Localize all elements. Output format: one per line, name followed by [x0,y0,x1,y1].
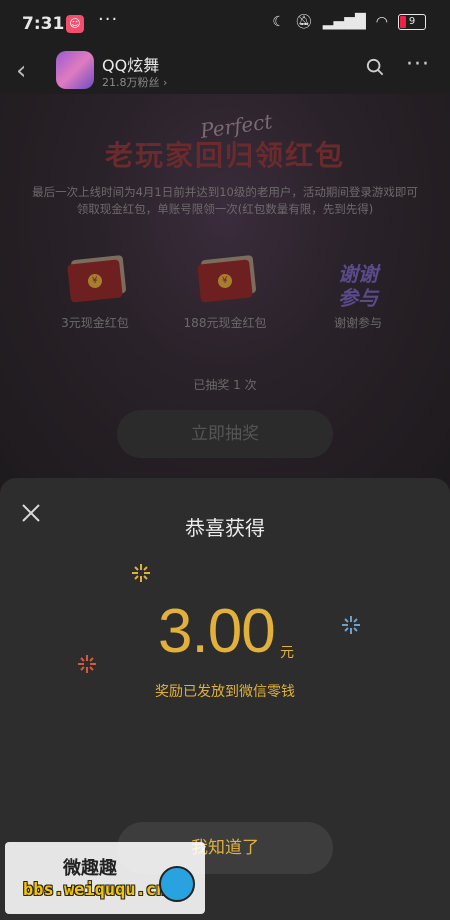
sparkle-icon [132,564,150,582]
draw-count: 已抽奖 1 次 [193,378,257,392]
reward-amount: 3.00 [158,597,276,666]
reward-message: 奖励已发放到微信零钱 [155,684,295,700]
prize-label: 3元现金红包 [61,316,129,330]
status-time: 7:31 [22,14,65,34]
activity-description: 最后一次上线时间为4月1日前并达到10级的老用户，活动期间登录游戏即可领取现金红… [32,185,418,216]
wifi-icon: ◠ [375,14,388,30]
mute-icon: 🔕︎ [294,14,313,30]
app-name[interactable]: QQ炫舞 [102,52,159,76]
prize-label: 188元现金红包 [183,316,267,330]
battery-icon: 9 [398,14,426,30]
reward-unit: 元 [280,645,294,661]
cell-signal-icon: ▂▄▆█ [322,14,366,30]
prize-item: 谢谢 参与 谢谢参与 [303,262,413,331]
system-icons: ☾ 🔕︎ ▂▄▆█ ◠ 9 [272,14,426,30]
activity-page: Perfect 老玩家回归领红包 最后一次上线时间为4月1日前并达到10级的老用… [0,94,450,494]
watermark-url: bbs.weiququ.cn [23,880,167,900]
red-envelope-icon: ¥ [197,259,253,303]
more-notifications-icon: ··· [98,9,119,30]
notification-app-icon: ☺ [66,15,84,33]
app-avatar[interactable] [56,51,94,89]
search-icon[interactable] [366,58,384,76]
follower-count[interactable]: 21.8万粉丝 › [102,74,167,90]
prize-item: ¥ 188元现金红包 [170,259,280,331]
sparkle-icon [78,655,96,673]
status-bar: 7:31 ☺ ··· ☾ 🔕︎ ▂▄▆█ ◠ 9 [0,0,450,48]
sheet-title: 恭喜获得 [185,516,265,540]
red-envelope-icon: ¥ [67,259,123,303]
more-options-icon[interactable]: ··· [406,52,430,77]
prize-label: 谢谢参与 [333,316,382,330]
draw-button: 立即抽奖 [117,410,333,458]
app-header: ‹ QQ炫舞 21.8万粉丝 › ··· [0,48,450,94]
watermark: 微趣趣 bbs.weiququ.cn [5,842,205,914]
watermark-title: 微趣趣 [63,858,117,879]
battery-level: 9 [408,16,416,27]
back-arrow-icon[interactable]: ‹ [16,56,26,86]
prize-item: ¥ 3元现金红包 [40,259,150,331]
sparkle-icon [342,616,360,634]
thanks-art: 谢谢 参与 [338,262,378,310]
do-not-disturb-icon: ☾ [272,14,285,30]
watermark-mascot [159,866,195,902]
activity-title: 老玩家回归领红包 [104,139,345,172]
